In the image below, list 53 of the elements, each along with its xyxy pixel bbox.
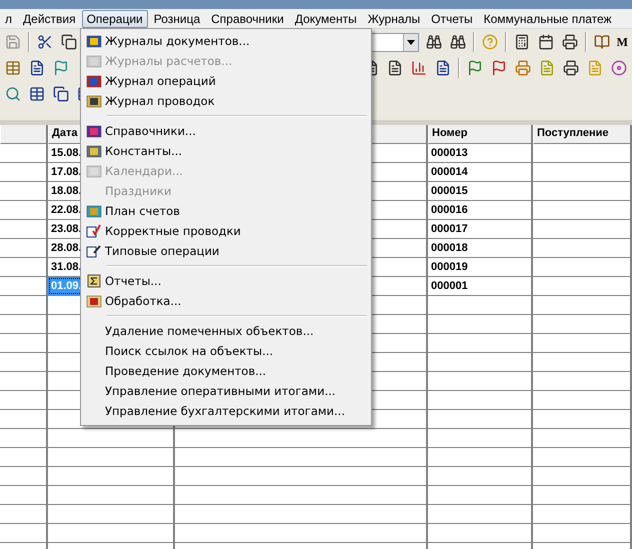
- menu-bar-item[interactable]: Журналы: [362, 10, 426, 28]
- table-icon[interactable]: [28, 85, 46, 103]
- toolbar-label[interactable]: М: [616, 34, 628, 50]
- column-header[interactable]: Поступление: [533, 125, 632, 144]
- menu-item[interactable]: Журнал проводок: [83, 91, 369, 111]
- flag-icon[interactable]: [490, 59, 508, 77]
- number-cell-text: 000017: [430, 222, 469, 237]
- menu-bar-item[interactable]: Операции: [82, 10, 148, 28]
- blank-column-header[interactable]: [0, 125, 48, 144]
- menu-bar-item[interactable]: Справочники: [206, 10, 289, 28]
- disc-icon[interactable]: [610, 59, 628, 77]
- menu-item[interactable]: Проведение документов...: [83, 361, 369, 381]
- copy-icon[interactable]: [60, 33, 78, 51]
- menu-item[interactable]: Справочники...: [83, 121, 369, 141]
- menu-item[interactable]: Журналы документов...: [83, 31, 369, 51]
- calendar-icon[interactable]: [536, 33, 555, 51]
- number-cell-text: 000001: [430, 279, 469, 294]
- menu-bar-item[interactable]: Документы: [290, 10, 362, 28]
- table-icon[interactable]: [4, 59, 22, 77]
- sigma-icon: [86, 273, 102, 289]
- menu-item[interactable]: Удаление помеченных объектов...: [83, 321, 369, 341]
- menu-item[interactable]: Управление бухгалтерскими итогами...: [83, 401, 369, 421]
- flag-icon[interactable]: [52, 59, 70, 77]
- document-icon[interactable]: [386, 59, 404, 77]
- document-icon[interactable]: [28, 59, 46, 77]
- binoculars-icon[interactable]: [424, 33, 443, 51]
- number-cell-text: 000015: [430, 184, 469, 199]
- menu-item[interactable]: Управление оперативными итогами...: [83, 381, 369, 401]
- menu-item[interactable]: Журнал операций: [83, 71, 369, 91]
- number-cell-text: 000016: [430, 203, 469, 218]
- check-icon: [86, 223, 102, 239]
- scissors-icon[interactable]: [36, 33, 54, 51]
- menu-bar-item[interactable]: Действия: [18, 10, 81, 28]
- bar-chart-icon[interactable]: [410, 59, 428, 77]
- binoculars-icon[interactable]: [448, 33, 467, 51]
- menu-bar-item[interactable]: Коммунальные платеж: [478, 10, 617, 28]
- book-icon[interactable]: [592, 33, 611, 51]
- menu-bar-item[interactable]: Розница: [148, 10, 206, 28]
- number-cell-text: 000019: [430, 260, 469, 275]
- printer-icon[interactable]: [560, 33, 579, 51]
- search-icon[interactable]: [4, 85, 22, 103]
- menu-bar-item[interactable]: Отчеты: [426, 10, 478, 28]
- menu-item[interactable]: Поиск ссылок на объекты...: [83, 341, 369, 361]
- number-cell-text: 000014: [430, 165, 469, 180]
- number-cell-text: 000013: [430, 146, 469, 161]
- number-cell-text: 000018: [430, 241, 469, 256]
- flag-icon[interactable]: [466, 59, 484, 77]
- dropdown-arrow-icon: [406, 40, 415, 44]
- menu-bar-item[interactable]: л: [0, 10, 18, 28]
- copy-icon[interactable]: [52, 85, 70, 103]
- column-header[interactable]: Номер: [428, 125, 533, 144]
- printer-icon[interactable]: [562, 59, 580, 77]
- document-icon[interactable]: [434, 59, 452, 77]
